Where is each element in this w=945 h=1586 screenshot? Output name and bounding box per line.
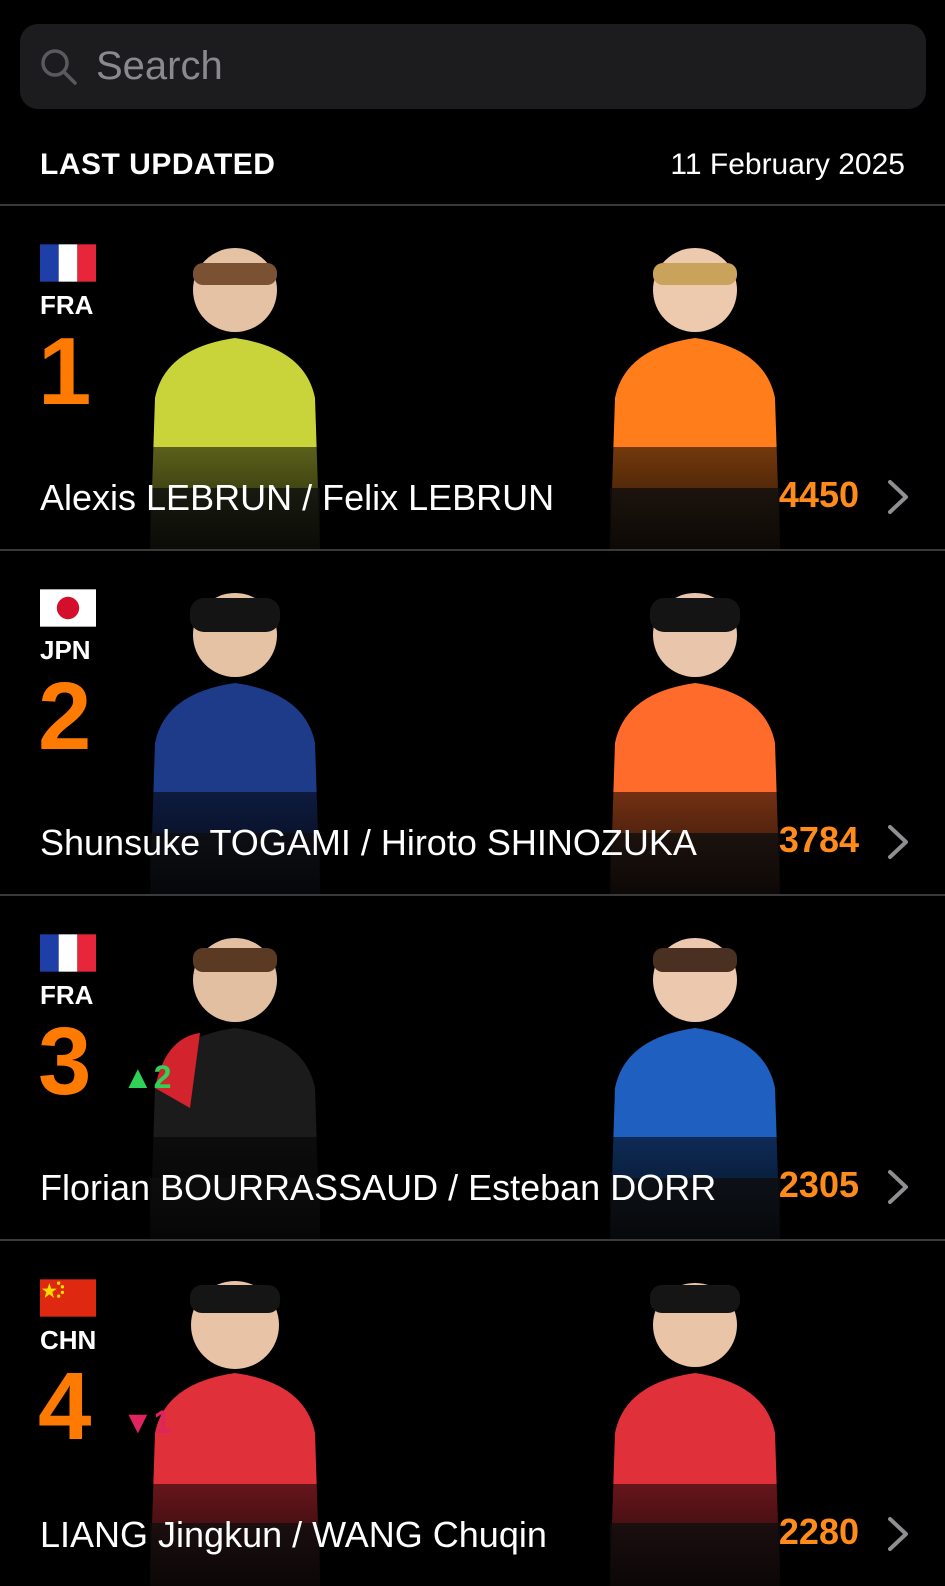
rank-change-up: ▲2 (122, 1059, 172, 1095)
ranking-row[interactable]: JPN 2 Shunsuke TOGAMI / Hiroto SHINOZUKA… (0, 551, 945, 896)
name-bar: Alexis LEBRUN / Felix LEBRUN 4450 (0, 447, 945, 549)
rank-change-down: ▼1 (122, 1404, 172, 1440)
ranking-points: 2305 (778, 1164, 859, 1205)
flag-icon-chn (40, 1279, 96, 1317)
chevron-right-icon (888, 1517, 908, 1551)
flag-icon-jpn (40, 589, 96, 627)
rank-number: 3 (38, 1008, 92, 1115)
pair-names: Alexis LEBRUN / Felix LEBRUN (40, 477, 555, 518)
country-code: FRA (40, 980, 94, 1010)
last-updated-label: LAST UPDATED (40, 148, 276, 181)
pair-names: LIANG Jingkun / WANG Chuqin (40, 1514, 547, 1555)
ranking-points: 3784 (778, 819, 859, 860)
name-bar: LIANG Jingkun / WANG Chuqin 2280 (0, 1484, 945, 1586)
rank-number: 2 (38, 663, 92, 770)
name-bar: Shunsuke TOGAMI / Hiroto SHINOZUKA 3784 (0, 792, 945, 894)
ranking-row[interactable]: FRA 3 ▲2 Florian BOURRASSAUD / Esteban D… (0, 896, 945, 1241)
rank-number: 4 (38, 1353, 92, 1460)
last-updated-header: LAST UPDATED 11 February 2025 (0, 140, 945, 206)
search-icon (38, 46, 80, 88)
country-code: CHN (40, 1325, 97, 1355)
pair-names: Shunsuke TOGAMI / Hiroto SHINOZUKA (40, 822, 697, 863)
rank-number: 1 (38, 318, 92, 425)
flag-icon-fra (40, 934, 96, 972)
name-bar: Florian BOURRASSAUD / Esteban DORR 2305 (0, 1137, 945, 1239)
search-bar[interactable]: Search (20, 24, 926, 109)
country-code: JPN (40, 635, 91, 665)
chevron-right-icon (888, 825, 908, 859)
chevron-right-icon (888, 480, 908, 514)
flag-icon-fra (40, 244, 96, 282)
chevron-right-icon (888, 1170, 908, 1204)
ranking-points: 2280 (778, 1511, 859, 1552)
pair-names: Florian BOURRASSAUD / Esteban DORR (40, 1167, 717, 1208)
last-updated-date: 11 February 2025 (670, 148, 905, 181)
ranking-points: 4450 (778, 474, 859, 515)
ranking-row[interactable]: CHN 4 ▼1 LIANG Jingkun / WANG Chuqin 228… (0, 1241, 945, 1586)
ranking-row[interactable]: FRA 1 Alexis LEBRUN / Felix LEBRUN 4450 (0, 206, 945, 551)
country-code: FRA (40, 290, 94, 320)
search-placeholder: Search (96, 44, 223, 88)
